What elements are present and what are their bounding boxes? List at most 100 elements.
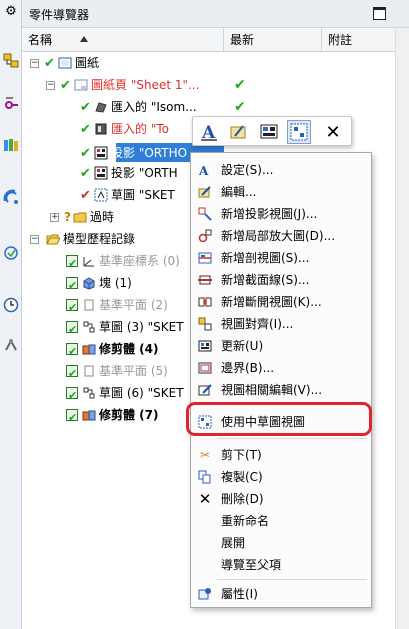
expand-toggle[interactable]: +	[50, 213, 59, 222]
update-view-icon[interactable]	[257, 120, 281, 144]
check-icon: ✔	[80, 166, 91, 181]
menu-item-navigate-parent[interactable]: 導覽至父項	[191, 554, 371, 576]
column-note[interactable]: 附註	[322, 28, 395, 52]
menu-item-rename[interactable]: 重新命名	[191, 510, 371, 532]
visibility-checkbox[interactable]	[66, 341, 78, 360]
collapse-toggle[interactable]: −	[30, 235, 39, 244]
sketch-icon	[83, 387, 95, 399]
detail-view-icon	[198, 229, 212, 243]
menu-item-add-projected-view[interactable]: 新增投影視圖(J)...	[191, 203, 371, 225]
history-palette-icon[interactable]	[2, 244, 20, 262]
section-view-icon	[198, 251, 212, 265]
tree-row-import-isometric[interactable]: ✔ 匯入的 "Isom... ✔	[22, 96, 395, 118]
collapse-toggle[interactable]: −	[30, 59, 39, 68]
update-icon	[198, 339, 212, 353]
menu-item-edit[interactable]: 編輯...	[191, 181, 371, 203]
check-icon: ✔	[44, 56, 55, 71]
trim-body-icon	[82, 344, 96, 355]
latest-check-icon: ✔	[234, 77, 246, 93]
menu-separator	[217, 579, 367, 580]
part-navigator-icon[interactable]	[2, 94, 20, 112]
visibility-checkbox[interactable]	[66, 407, 78, 426]
menu-item-copy[interactable]: 複製(C)	[191, 466, 371, 488]
trim-body-icon	[82, 410, 96, 421]
imported-view-icon	[95, 123, 107, 135]
tree-row-sheet[interactable]: − ✔ 圖紙頁 "Sheet 1"... ✔	[22, 74, 395, 96]
copy-icon	[198, 470, 212, 484]
check-icon: ✔	[80, 100, 91, 115]
roles-icon[interactable]	[2, 336, 20, 354]
visibility-checkbox[interactable]	[66, 253, 78, 272]
menu-item-add-section-view[interactable]: 新增剖視圖(S)...	[191, 247, 371, 269]
folder-open-icon	[46, 234, 60, 245]
check-icon: ✔	[80, 146, 91, 161]
collapse-toggle[interactable]: −	[46, 81, 55, 90]
clock-icon[interactable]	[2, 296, 20, 314]
panel-title: 零件導覽器	[29, 8, 90, 22]
break-view-icon	[198, 295, 212, 309]
sheet-icon	[74, 79, 88, 91]
svg-text:A: A	[201, 123, 216, 142]
view-align-icon	[198, 317, 212, 331]
sketch-view-icon	[94, 188, 108, 202]
visibility-checkbox[interactable]	[66, 385, 78, 404]
sketch-icon	[83, 321, 95, 333]
context-menu: A 設定(S)... 編輯... 新增投影視圖(J)... 新增局部放大圖(D)…	[190, 152, 372, 608]
menu-item-add-section-line[interactable]: 新增截面線(S)...	[191, 269, 371, 291]
visibility-checkbox[interactable]	[66, 319, 78, 338]
menu-item-expand[interactable]: 展開	[191, 532, 371, 554]
menu-item-settings[interactable]: A 設定(S)...	[191, 159, 371, 181]
tree-row-drawing[interactable]: − ✔ 圖紙	[22, 52, 395, 74]
svg-text:A: A	[198, 164, 209, 177]
block-icon	[83, 277, 95, 290]
properties-icon	[198, 587, 212, 601]
menu-item-cut[interactable]: ✂ 剪下(T)	[191, 444, 371, 466]
menu-item-add-detail-view[interactable]: 新增局部放大圖(D)...	[191, 225, 371, 247]
annotation-highlight-ring	[186, 402, 372, 436]
settings-icon: A	[198, 163, 212, 177]
visibility-checkbox[interactable]	[66, 297, 78, 316]
close-icon[interactable]: ✕	[321, 120, 345, 144]
panel-titlebar: 零件導覽器	[22, 0, 409, 28]
question-icon: ?	[64, 210, 71, 224]
gear-icon[interactable]: ⚙	[2, 2, 20, 20]
menu-item-add-break-view[interactable]: 新增斷開視圖(K)...	[191, 291, 371, 313]
menu-item-delete[interactable]: ✕ 刪除(D)	[191, 488, 371, 510]
delete-icon: ✕	[198, 490, 212, 508]
boundary-icon	[198, 361, 212, 375]
sketch-view-icon[interactable]	[287, 120, 311, 144]
assembly-navigator-icon[interactable]	[2, 52, 20, 70]
projected-view-icon	[94, 146, 108, 160]
datum-plane-icon	[84, 365, 94, 377]
menu-item-view-dependent-edit[interactable]: 視圖相關編輯(V)...	[191, 379, 371, 401]
column-latest[interactable]: 最新	[224, 28, 322, 52]
column-header: 名稱 最新 附註	[22, 28, 395, 52]
reuse-library-icon[interactable]	[2, 136, 20, 154]
menu-item-boundary[interactable]: 邊界(B)...	[191, 357, 371, 379]
menu-item-update[interactable]: 更新(U)	[191, 335, 371, 357]
imported-view-icon	[95, 102, 107, 113]
section-line-icon	[198, 273, 212, 287]
projected-view-icon	[198, 207, 212, 221]
edit-icon	[198, 185, 212, 199]
web-browser-icon[interactable]	[2, 188, 20, 206]
resource-bar: ⚙	[0, 0, 22, 629]
menu-item-view-align[interactable]: 視圖對齊(I)...	[191, 313, 371, 335]
projected-view-icon	[94, 166, 108, 180]
mini-toolbar: A ✕	[192, 116, 352, 146]
check-icon: ✔	[80, 122, 91, 137]
menu-item-properties[interactable]: 屬性(I)	[191, 583, 371, 605]
check-icon: ✔	[60, 78, 71, 93]
datum-csys-icon	[83, 257, 94, 267]
scissors-icon: ✂	[199, 448, 211, 462]
maximize-button[interactable]	[373, 7, 386, 20]
visibility-checkbox[interactable]	[66, 275, 78, 294]
edit-style-icon[interactable]	[227, 120, 251, 144]
drawing-icon	[58, 57, 72, 69]
text-style-icon[interactable]: A	[197, 120, 221, 144]
vertical-scrollbar[interactable]	[395, 28, 409, 629]
visibility-checkbox[interactable]	[66, 363, 78, 382]
column-name[interactable]: 名稱	[22, 28, 224, 52]
check-icon: ✔	[80, 188, 91, 203]
folder-icon	[73, 212, 87, 223]
